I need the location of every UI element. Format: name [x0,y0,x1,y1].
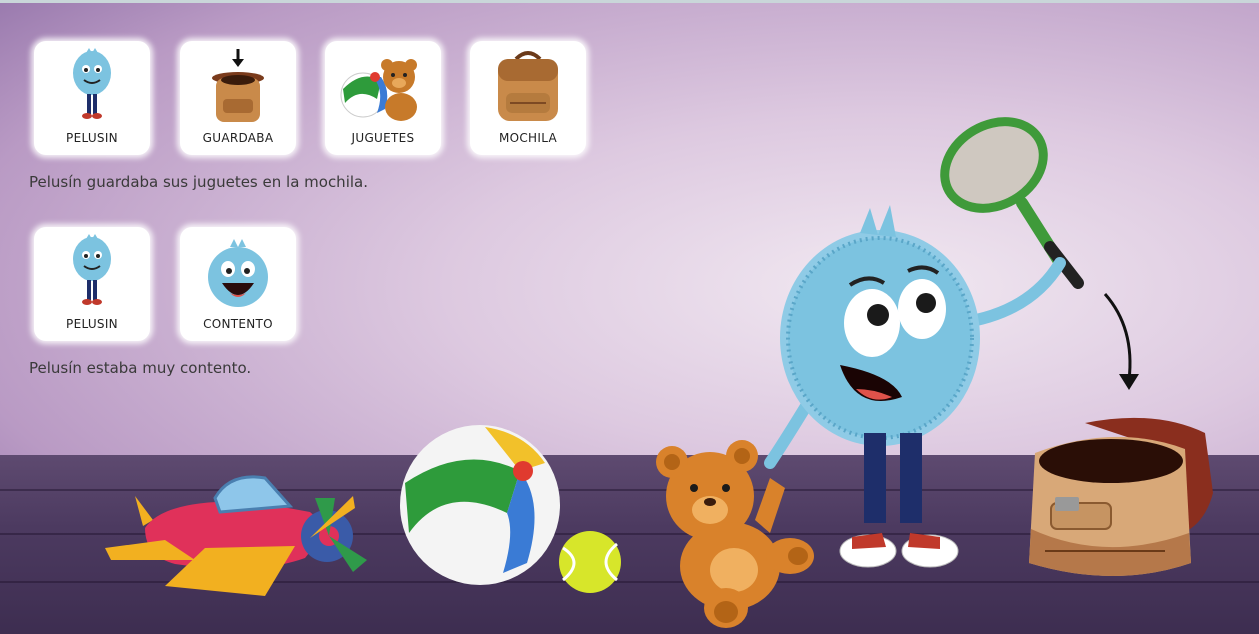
story-scene: PELUSIN GUARDABA JUGUETES MOCHILA Pelusí… [0,0,1259,634]
card-label: PELUSIN [66,317,118,331]
happy-face-icon [208,239,268,307]
card-label: MOCHILA [498,131,557,145]
card-label: GUARDABA [202,131,274,145]
sentence-1: Pelusín guardaba sus juguetes en la moch… [29,173,368,191]
pelusin-standing-icon [73,48,111,119]
card-label: JUGUETES [351,131,415,145]
pictogram-card-pelusin[interactable]: PELUSIN [34,41,150,155]
sentence-2: Pelusín estaba muy contento. [29,359,252,377]
open-backpack-arrow-icon [212,49,264,122]
pictogram-card-juguetes[interactable]: JUGUETES [325,41,441,155]
card-label: CONTENTO [203,317,273,331]
curved-arrow-icon [1103,293,1139,390]
open-backpack-image [1029,417,1213,576]
pictogram-card-mochila[interactable]: MOCHILA [470,41,586,155]
pictogram-card-contento[interactable]: CONTENTO [180,227,296,341]
card-label: PELUSIN [66,131,118,145]
backpack-icon [498,51,558,121]
beach-ball-image [400,425,560,585]
tennis-ball-image [559,531,621,593]
pictogram-card-guardaba[interactable]: GUARDABA [180,41,296,155]
ball-and-teddy-icon [340,59,417,121]
toy-airplane-image [105,475,367,596]
pelusin-standing-icon [73,234,111,305]
pictogram-card-pelusin[interactable]: PELUSIN [34,227,150,341]
